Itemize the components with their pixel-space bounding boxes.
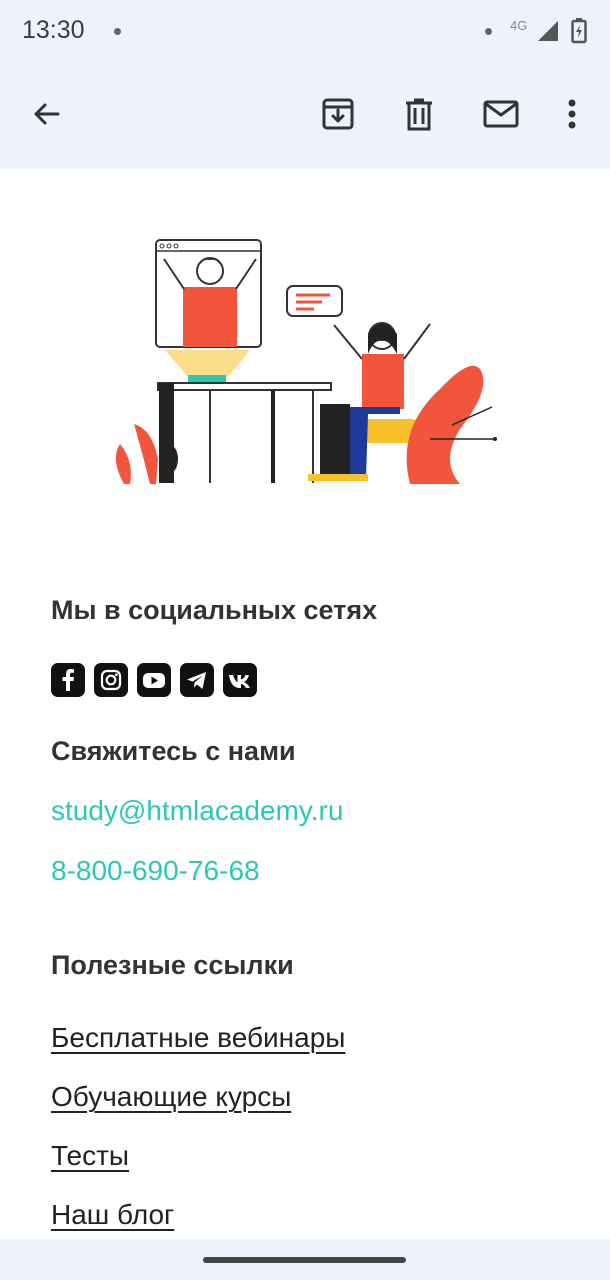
archive-button[interactable] <box>314 90 362 138</box>
status-time: 13:30 <box>22 16 85 44</box>
telegram-icon[interactable] <box>180 663 214 697</box>
delete-button[interactable] <box>395 90 443 138</box>
status-bar: 13:30 4G <box>0 0 610 64</box>
mark-unread-button[interactable] <box>477 90 525 138</box>
social-icons-row <box>51 663 257 697</box>
phone-link[interactable]: 8-800-690-76-68 <box>51 855 260 887</box>
link-blog[interactable]: Наш блог <box>51 1199 174 1231</box>
home-gesture-handle[interactable] <box>203 1257 406 1263</box>
back-button[interactable] <box>22 90 70 138</box>
network-label: 4G <box>510 18 528 33</box>
mail-icon <box>483 100 519 128</box>
battery-icon <box>571 18 587 44</box>
signal-icon <box>538 21 558 41</box>
back-arrow-icon <box>34 103 60 125</box>
app-bar <box>0 64 610 169</box>
useful-links-heading: Полезные ссылки <box>51 950 294 980</box>
video-call-illustration <box>115 239 497 484</box>
notification-dot-icon <box>114 28 121 35</box>
notification-dot-icon <box>485 28 492 35</box>
social-heading: Мы в социальных сетях <box>51 595 378 625</box>
link-tests[interactable]: Тесты <box>51 1140 129 1172</box>
instagram-icon[interactable] <box>94 663 128 697</box>
trash-icon <box>406 98 432 131</box>
email-link[interactable]: study@htmlacademy.ru <box>51 795 343 827</box>
youtube-icon[interactable] <box>137 663 171 697</box>
system-nav-bar <box>0 1239 610 1280</box>
link-webinars[interactable]: Бесплатные вебинары <box>51 1022 345 1054</box>
more-options-button[interactable] <box>548 90 596 138</box>
link-courses[interactable]: Обучающие курсы <box>51 1081 291 1113</box>
email-body: Мы в социальных сетях Свяжитесь с нами s… <box>0 169 610 1239</box>
vk-icon[interactable] <box>223 663 257 697</box>
contact-heading: Свяжитесь с нами <box>51 736 296 766</box>
archive-icon <box>322 98 354 130</box>
facebook-icon[interactable] <box>51 663 85 697</box>
more-vert-icon <box>568 99 576 129</box>
